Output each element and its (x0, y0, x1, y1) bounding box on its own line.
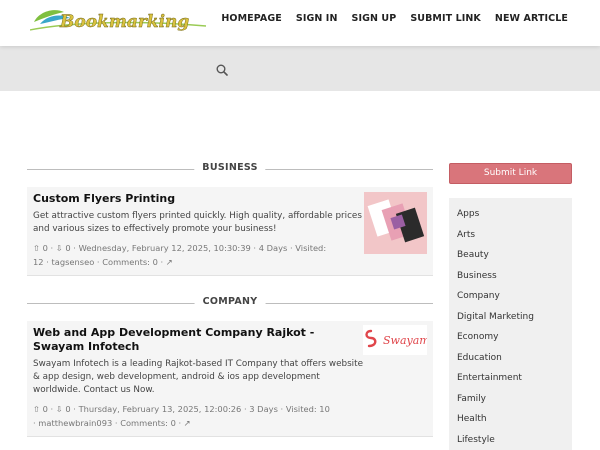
main-nav: HOMEPAGE SIGN IN SIGN UP SUBMIT LINK NEW… (221, 13, 568, 24)
upvote-icon[interactable]: ⇧ (33, 243, 40, 253)
bookmark-description: Swayam Infotech is a leading Rajkot-base… (33, 359, 363, 395)
section-label: COMPANY (194, 296, 266, 307)
category-family[interactable]: Family (457, 389, 572, 410)
post-age: 3 Days (249, 404, 278, 414)
site-header: Bookmarking HOMEPAGE SIGN IN SIGN UP SUB… (0, 0, 600, 46)
swayam-logo-thumbnail[interactable]: Swayam (363, 325, 427, 355)
author-link[interactable]: matthewbrain093 (38, 418, 112, 428)
nav-sign-up[interactable]: SIGN UP (352, 13, 397, 24)
upvote-icon[interactable]: ⇧ (33, 404, 40, 414)
external-link-icon[interactable]: ↗ (166, 257, 173, 267)
category-arts[interactable]: Arts (457, 225, 572, 246)
downvote-icon[interactable]: ⇩ (56, 243, 63, 253)
bookmark-description: Get attractive custom flyers printed qui… (33, 211, 362, 234)
bookmark-title[interactable]: Custom Flyers Printing (33, 192, 359, 206)
section-label: BUSINESS (194, 162, 266, 173)
category-digital-marketing[interactable]: Digital Marketing (457, 307, 572, 328)
search-bar (0, 46, 600, 91)
external-link-icon[interactable]: ↗ (184, 418, 191, 428)
bookmark-title[interactable]: Web and App Development Company Rajkot -… (33, 326, 359, 354)
category-health[interactable]: Health (457, 409, 572, 430)
nav-new-article[interactable]: NEW ARTICLE (495, 13, 568, 24)
upvote-count: 0 (42, 243, 48, 253)
logo-text: Bookmarking (59, 12, 189, 32)
submit-link-button[interactable]: Submit Link (449, 163, 572, 184)
category-entertainment[interactable]: Entertainment (457, 368, 572, 389)
category-beauty[interactable]: Beauty (457, 245, 572, 266)
bookmark-card: Web and App Development Company Rajkot -… (27, 321, 433, 437)
nav-sign-in[interactable]: SIGN IN (296, 13, 338, 24)
category-company[interactable]: Company (457, 286, 572, 307)
category-apps[interactable]: Apps (457, 204, 572, 225)
upvote-count: 0 (42, 404, 48, 414)
downvote-icon[interactable]: ⇩ (56, 404, 63, 414)
main-content: BUSINESS Custom Flyers Printing Get attr… (27, 160, 433, 437)
category-business[interactable]: Business (457, 266, 572, 287)
category-economy[interactable]: Economy (457, 327, 572, 348)
site-logo[interactable]: Bookmarking (30, 6, 208, 36)
downvote-count: 0 (65, 404, 71, 414)
section-heading-company: COMPANY (27, 294, 433, 312)
swayam-logo-text: Swayam (383, 334, 427, 347)
bookmark-meta: ⇧ 0 · ⇩ 0 · Thursday, February 13, 2025,… (33, 404, 330, 428)
comment-count[interactable]: Comments: 0 (120, 418, 176, 428)
comment-count[interactable]: Comments: 0 (102, 257, 158, 267)
sidebar: Submit Link Apps Arts Beauty Business Co… (449, 163, 572, 450)
post-date: Wednesday, February 12, 2025, 10:30:39 (78, 243, 251, 253)
bookmark-meta: ⇧ 0 · ⇩ 0 · Wednesday, February 12, 2025… (33, 243, 327, 267)
nav-homepage[interactable]: HOMEPAGE (221, 13, 282, 24)
downvote-count: 0 (65, 243, 71, 253)
category-education[interactable]: Education (457, 348, 572, 369)
bookmark-card: Custom Flyers Printing Get attractive cu… (27, 187, 433, 276)
search-icon[interactable] (216, 64, 228, 76)
category-list: Apps Arts Beauty Business Company Digita… (449, 198, 572, 450)
flyer-thumbnail[interactable] (364, 192, 427, 254)
post-age: 4 Days (258, 243, 288, 253)
section-heading-business: BUSINESS (27, 160, 433, 178)
author-link[interactable]: tagsenseo (51, 257, 94, 267)
nav-submit-link[interactable]: SUBMIT LINK (410, 13, 481, 24)
category-lifestyle[interactable]: Lifestyle (457, 430, 572, 450)
visit-count: Visited: 10 (285, 404, 330, 414)
post-date: Thursday, February 13, 2025, 12:00:26 (78, 404, 242, 414)
